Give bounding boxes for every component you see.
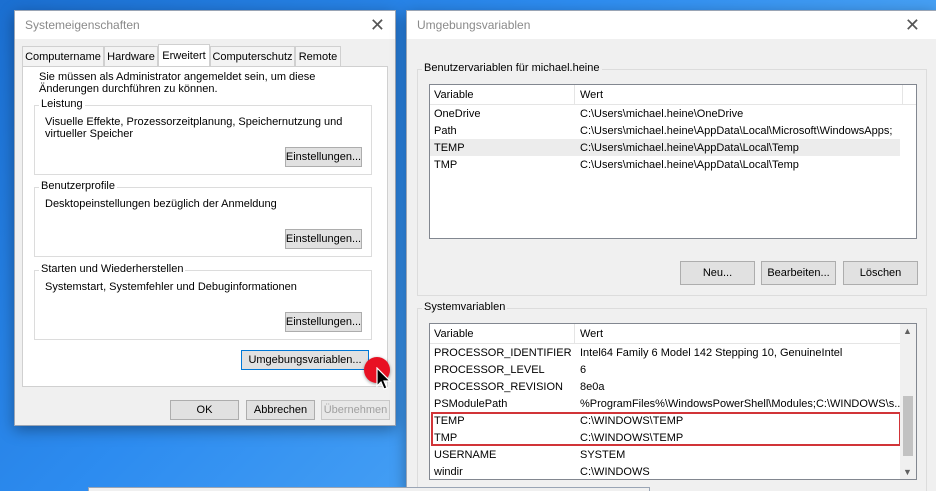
variable-value: 8e0a (580, 380, 605, 393)
column-divider[interactable] (574, 324, 575, 344)
list-item[interactable]: windir C:\WINDOWS (430, 463, 916, 479)
list-item[interactable]: OneDrive C:\Users\michael.heine\OneDrive (430, 105, 916, 122)
tab-panel: Sie müssen als Administrator angemeldet … (22, 66, 388, 387)
variable-name: windir (434, 465, 463, 478)
profiles-text: Desktopeinstellungen bezüglich der Anmel… (45, 198, 277, 210)
list-item[interactable]: Path C:\Users\michael.heine\AppData\Loca… (430, 122, 916, 139)
variable-value: C:\Users\michael.heine\AppData\Local\Mic… (580, 124, 893, 137)
tab-hardware[interactable]: Hardware (104, 46, 158, 66)
system-properties-title: Systemeigenschaften (25, 18, 140, 32)
list-item[interactable]: TMP C:\Users\michael.heine\AppData\Local… (430, 156, 916, 173)
background-window-edge (88, 487, 650, 491)
system-header-value[interactable]: Wert (580, 328, 603, 340)
profiles-label: Benutzerprofile (39, 180, 117, 192)
profiles-settings-button[interactable]: Einstellungen... (285, 229, 362, 249)
scroll-down-icon[interactable]: ▼ (903, 467, 912, 477)
user-variables-group: Benutzervariablen für michael.heine Vari… (417, 62, 927, 296)
tab-label: Erweitert (162, 49, 206, 62)
tab-strip: Computername Hardware Erweitert Computer… (22, 44, 392, 68)
user-new-button[interactable]: Neu... (680, 261, 755, 285)
variable-name: Path (434, 124, 457, 137)
tab-erweitert[interactable]: Erweitert (158, 44, 210, 66)
list-item[interactable]: PSModulePath %ProgramFiles%\WindowsPower… (430, 395, 916, 412)
variable-value: 6 (580, 363, 587, 376)
mouse-pointer-icon (376, 367, 392, 390)
startup-settings-button[interactable]: Einstellungen... (285, 312, 362, 332)
variable-value: SYSTEM (580, 448, 626, 461)
variable-name: TEMP (434, 141, 465, 154)
tab-label: Computerschutz (212, 50, 293, 63)
user-header-value[interactable]: Wert (580, 89, 603, 101)
system-list-header: Variable Wert (430, 324, 916, 344)
scroll-up-icon[interactable]: ▲ (903, 326, 912, 336)
environment-variables-window: Umgebungsvariablen ✕ Benutzervariablen f… (406, 10, 936, 491)
variable-name: PSModulePath (434, 397, 508, 410)
variable-value: Intel64 Family 6 Model 142 Stepping 10, … (580, 346, 843, 359)
variable-value: C:\Users\michael.heine\OneDrive (580, 107, 744, 120)
tab-computerschutz[interactable]: Computerschutz (210, 46, 295, 66)
system-header-variable[interactable]: Variable (434, 328, 474, 340)
user-variables-list[interactable]: Variable Wert OneDrive C:\Users\michael.… (429, 84, 917, 239)
performance-text: Visuelle Effekte, Prozessorzeitplanung, … (45, 116, 343, 140)
tab-label: Hardware (107, 50, 155, 63)
environment-variables-button[interactable]: Umgebungsvariablen... (241, 350, 369, 370)
variable-name: OneDrive (434, 107, 481, 120)
scroll-thumb[interactable] (903, 396, 913, 456)
list-item[interactable]: USERNAME SYSTEM (430, 446, 916, 463)
variable-value: C:\Users\michael.heine\AppData\Local\Tem… (580, 141, 799, 154)
column-divider[interactable] (574, 85, 575, 105)
list-item[interactable]: PROCESSOR_IDENTIFIER Intel64 Family 6 Mo… (430, 344, 916, 361)
performance-settings-button[interactable]: Einstellungen... (285, 147, 362, 167)
list-item[interactable]: PROCESSOR_LEVEL 6 (430, 361, 916, 378)
variable-name: USERNAME (434, 448, 497, 461)
ok-button[interactable]: OK (170, 400, 239, 420)
apply-button[interactable]: Übernehmen (321, 400, 390, 420)
user-edit-button[interactable]: Bearbeiten... (761, 261, 836, 285)
variable-value: C:\Users\michael.heine\AppData\Local\Tem… (580, 158, 799, 171)
startup-label: Starten und Wiederherstellen (39, 263, 186, 275)
tab-remote[interactable]: Remote (295, 46, 341, 66)
list-item[interactable]: TEMP C:\Users\michael.heine\AppData\Loca… (430, 139, 900, 156)
close-icon[interactable]: ✕ (370, 16, 385, 34)
list-item[interactable]: PROCESSOR_REVISION 8e0a (430, 378, 916, 395)
tab-label: Remote (298, 50, 338, 63)
button-label: Neu... (702, 267, 733, 279)
variable-value: %ProgramFiles%\WindowsPowerShell\Modules… (580, 397, 904, 410)
performance-group: Leistung Visuelle Effekte, Prozessorzeit… (34, 98, 372, 175)
environment-variables-title: Umgebungsvariablen (417, 18, 531, 32)
variable-name: PROCESSOR_LEVEL (434, 363, 545, 376)
environment-variables-titlebar[interactable]: Umgebungsvariablen ✕ (407, 11, 936, 39)
user-variables-label: Benutzervariablen für michael.heine (422, 62, 602, 74)
column-divider[interactable] (902, 85, 903, 105)
system-properties-titlebar[interactable]: Systemeigenschaften ✕ (15, 11, 395, 39)
close-icon[interactable]: ✕ (905, 16, 920, 34)
cancel-button[interactable]: Abbrechen (246, 400, 315, 420)
admin-note: Sie müssen als Administrator angemeldet … (39, 71, 316, 95)
system-variables-group: Systemvariablen Variable Wert PROCESSOR_… (417, 301, 927, 491)
tab-computername[interactable]: Computername (22, 46, 104, 66)
button-label: Bearbeiten... (767, 267, 830, 279)
system-properties-window: Systemeigenschaften ✕ Computername Hardw… (14, 10, 396, 426)
profiles-group: Benutzerprofile Desktopeinstellungen bez… (34, 180, 372, 257)
variable-name: TMP (434, 158, 458, 171)
startup-group: Starten und Wiederherstellen Systemstart… (34, 263, 372, 340)
user-list-header: Variable Wert (430, 85, 916, 105)
system-variables-label: Systemvariablen (422, 301, 508, 313)
variable-name: PROCESSOR_IDENTIFIER (434, 346, 572, 359)
startup-text: Systemstart, Systemfehler und Debuginfor… (45, 281, 297, 293)
performance-label: Leistung (39, 98, 85, 110)
variable-name: PROCESSOR_REVISION (434, 380, 563, 393)
user-delete-button[interactable]: Löschen (843, 261, 918, 285)
tab-label: Computername (25, 50, 101, 63)
system-variables-list[interactable]: Variable Wert PROCESSOR_IDENTIFIER Intel… (429, 323, 917, 480)
button-label: Löschen (859, 267, 902, 279)
highlight-box (431, 412, 901, 446)
variable-value: C:\WINDOWS (580, 465, 650, 478)
vertical-scrollbar[interactable]: ▲ ▼ (900, 324, 916, 479)
user-header-variable[interactable]: Variable (434, 89, 474, 101)
